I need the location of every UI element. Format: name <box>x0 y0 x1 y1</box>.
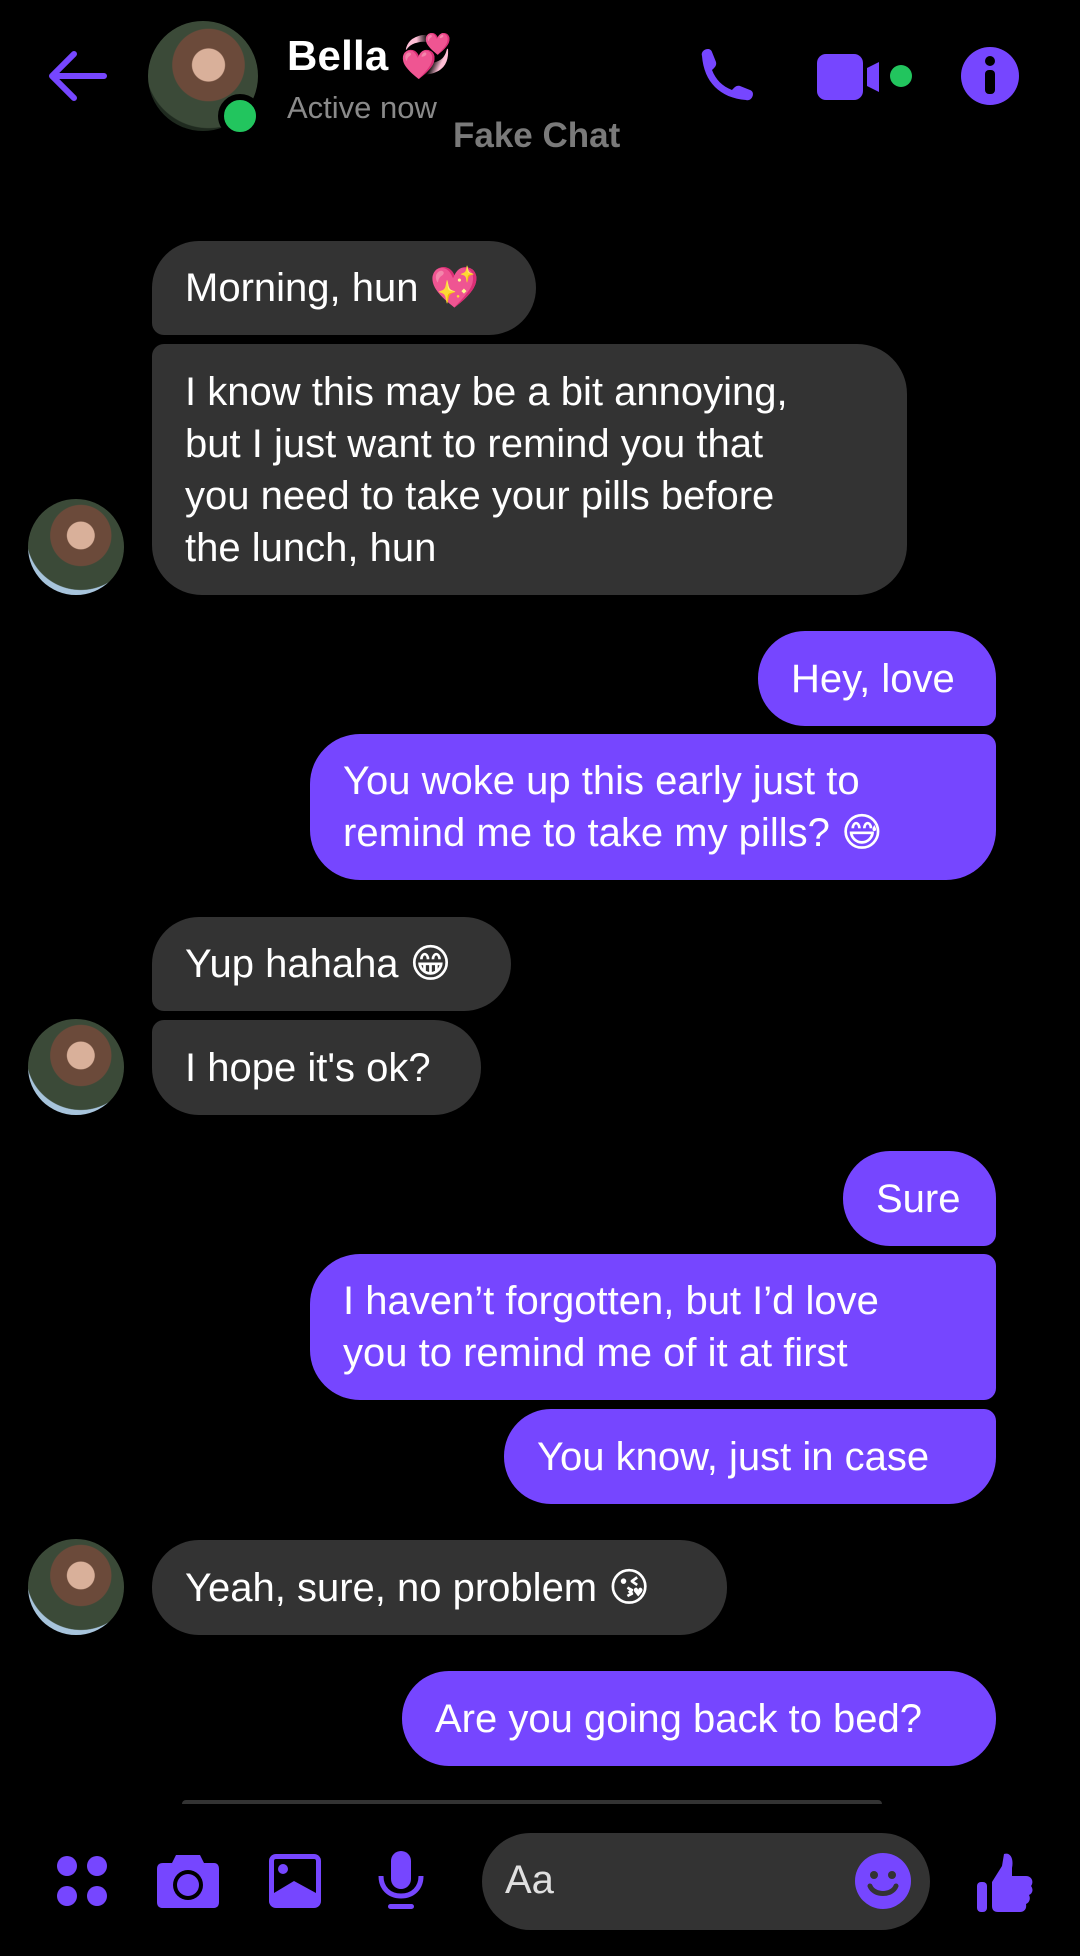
emoji-button[interactable] <box>854 1852 912 1910</box>
message-bubble[interactable]: I haven’t forgotten, but I’d love you to… <box>310 1254 996 1400</box>
emoji-icon <box>855 1853 911 1909</box>
gallery-button[interactable] <box>268 1853 322 1909</box>
message-bubble[interactable]: I know this may be a bit annoying, but I… <box>152 344 907 595</box>
thumbs-up-icon <box>977 1853 1033 1912</box>
like-button[interactable] <box>976 1852 1034 1914</box>
contact-name-text: Bella <box>287 32 389 79</box>
video-camera-icon <box>817 54 912 100</box>
camera-button[interactable] <box>156 1853 220 1909</box>
contact-avatar-small[interactable] <box>28 499 124 595</box>
message-bubble[interactable]: Hey, love <box>758 631 996 726</box>
gallery-icon <box>269 1854 321 1908</box>
video-call-button[interactable] <box>815 52 921 100</box>
phone-icon <box>701 49 753 101</box>
message-bubble[interactable]: Yeah, sure, no problem 😘 <box>152 1540 727 1635</box>
watermark: Fake Chat <box>453 116 621 155</box>
message-bubble[interactable]: Morning, hun 💖 <box>152 241 536 335</box>
partial-message-bubble <box>182 1800 882 1804</box>
message-bubble[interactable]: You woke up this early just to remind me… <box>310 734 996 880</box>
microphone-icon <box>378 1851 424 1909</box>
info-icon <box>961 47 1019 105</box>
apps-grid-icon <box>57 1856 107 1906</box>
back-button[interactable] <box>46 50 108 102</box>
message-input-placeholder: Aa <box>505 1858 554 1902</box>
apps-button[interactable] <box>56 1855 108 1907</box>
camera-icon <box>157 1855 219 1908</box>
contact-name[interactable]: Bella 💞 <box>287 32 453 81</box>
message-bubble[interactable]: Yup hahaha 😁 <box>152 917 511 1011</box>
back-arrow-icon <box>49 51 107 101</box>
contact-avatar-small[interactable] <box>28 1539 124 1635</box>
name-emoji: 💞 <box>400 32 453 79</box>
online-indicator <box>218 94 262 138</box>
active-status: Active now <box>287 90 437 125</box>
message-bubble[interactable]: Are you going back to bed? <box>402 1671 996 1766</box>
message-bubble[interactable]: You know, just in case <box>504 1409 996 1504</box>
message-bubble[interactable]: I hope it's ok? <box>152 1020 481 1115</box>
contact-avatar-small[interactable] <box>28 1019 124 1115</box>
info-button[interactable] <box>960 46 1020 106</box>
microphone-button[interactable] <box>378 1850 424 1912</box>
voice-call-button[interactable] <box>692 46 756 110</box>
message-bubble[interactable]: Sure <box>843 1151 996 1246</box>
